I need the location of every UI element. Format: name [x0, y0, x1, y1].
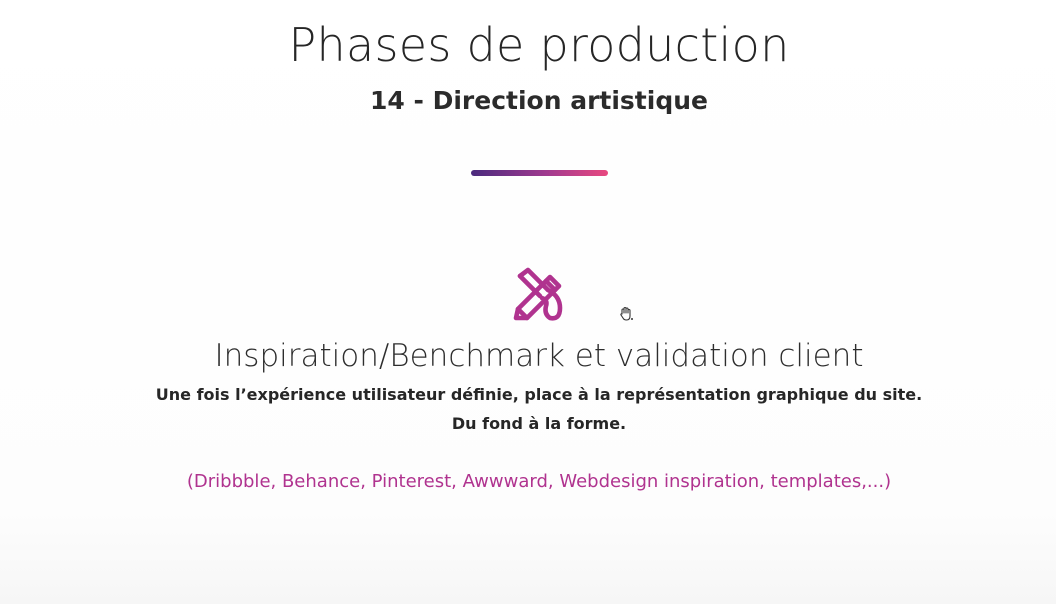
slide-title: Phases de production: [288, 18, 790, 72]
section-title: Inspiration/Benchmark et validation clie…: [214, 338, 864, 374]
examples-text: (Dribbble, Behance, Pinterest, Awwward, …: [186, 471, 892, 492]
gradient-divider: [471, 170, 608, 176]
description-line: Une fois l’expérience utilisateur défini…: [155, 385, 923, 404]
slide-subtitle: 14 - Direction artistique: [370, 86, 708, 115]
slide: Phases de production 14 - Direction arti…: [0, 0, 1056, 604]
description-line: Du fond à la forme.: [451, 414, 627, 433]
pencil-brush-icon: [508, 264, 572, 328]
hand-cursor-icon: [618, 306, 634, 322]
